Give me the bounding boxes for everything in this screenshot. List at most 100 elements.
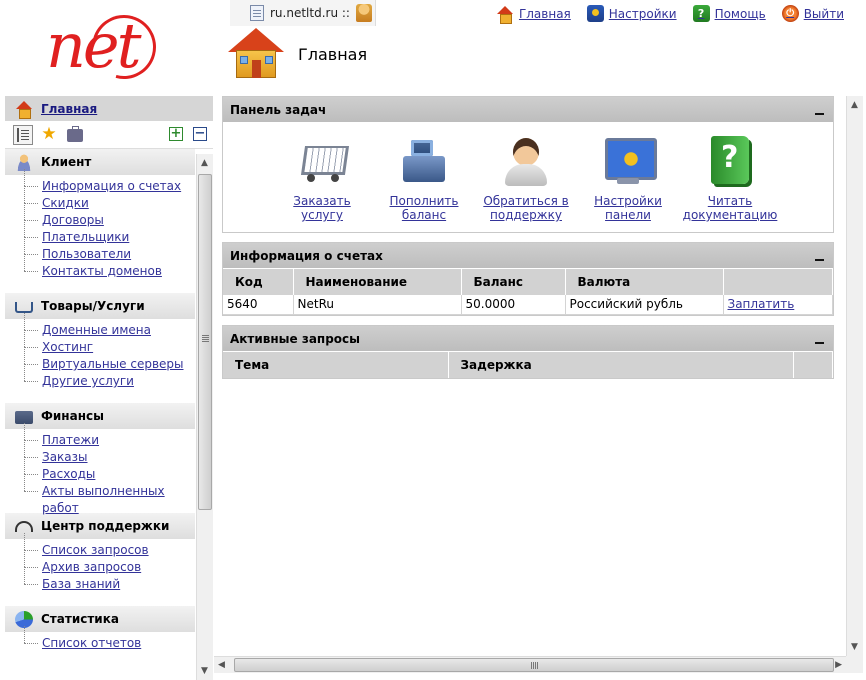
sidebar-toolbar: ★ + − — [5, 121, 213, 149]
sidebar-item-payers[interactable]: Плательщики — [42, 230, 129, 244]
collapse-icon[interactable] — [813, 250, 825, 262]
top-menu-home[interactable]: Главная — [496, 5, 571, 24]
sidebar-item-accounts-info[interactable]: Информация о счетах — [42, 179, 181, 193]
sidebar-item-domains[interactable]: Доменные имена — [42, 323, 151, 337]
scroll-down-arrow-icon[interactable]: ▼ — [851, 642, 858, 652]
sidebar-section-header[interactable]: Финансы — [5, 403, 195, 429]
task-label-line2[interactable]: баланс — [402, 208, 446, 222]
sidebar-item-orders[interactable]: Заказы — [42, 450, 88, 464]
scroll-right-arrow-icon[interactable]: ▶ — [835, 660, 842, 670]
sidebar-section-header[interactable]: Центр поддержки — [5, 513, 195, 539]
person-icon — [15, 153, 33, 171]
sidebar-scrollbar[interactable]: ▲ ▼ — [196, 154, 213, 680]
collapse-all-button[interactable]: − — [193, 127, 207, 141]
scroll-up-arrow-icon[interactable]: ▲ — [851, 100, 858, 110]
collapse-icon[interactable] — [813, 104, 825, 116]
tasks-panel: Панель задач Заказать услугу Пополнить б… — [222, 96, 834, 233]
sidebar-item-users[interactable]: Пользователи — [42, 247, 131, 261]
house-icon — [228, 28, 284, 80]
sidebar-item: Скидки — [17, 186, 195, 212]
cell-name: NetRu — [293, 294, 462, 315]
sidebar-item: Другие услуги — [17, 364, 195, 390]
sidebar-section-header[interactable]: Статистика — [5, 606, 195, 632]
main-horizontal-scrollbar[interactable]: ◀ ▶ — [214, 656, 846, 673]
sidebar-item-expenses[interactable]: Расходы — [42, 467, 95, 481]
pie-chart-icon — [15, 610, 33, 628]
task-label[interactable]: Заказать услугу — [271, 194, 373, 222]
list-view-button[interactable] — [13, 124, 33, 145]
sidebar-item-contracts[interactable]: Договоры — [42, 213, 104, 227]
house-icon — [496, 5, 514, 24]
top-menu-exit[interactable]: ⏻ Выйти — [781, 5, 844, 22]
scroll-down-arrow-icon[interactable]: ▼ — [201, 666, 208, 676]
sidebar-item-work-acts[interactable]: Акты выполненных работ — [42, 484, 165, 515]
sidebar-section-stats: Статистика Список отчетов — [5, 606, 195, 657]
sidebar-item-domain-contacts[interactable]: Контакты доменов — [42, 264, 162, 278]
top-menu-help-label: Помощь — [714, 6, 766, 21]
sidebar-home[interactable]: Главная — [5, 96, 213, 121]
task-label[interactable]: Обратиться в — [483, 194, 568, 208]
section-title: Статистика — [41, 612, 119, 626]
task-contact-support[interactable]: Обратиться в поддержку — [475, 134, 577, 222]
monitor-gear-icon[interactable] — [601, 134, 657, 188]
task-label[interactable]: Читать — [708, 194, 752, 208]
sidebar-item-knowledge-base[interactable]: База знаний — [42, 577, 120, 591]
sidebar-item: Список запросов — [17, 533, 195, 559]
sidebar-home-label[interactable]: Главная — [41, 102, 97, 116]
column-header-name[interactable]: Наименование — [293, 268, 462, 295]
top-menu-help[interactable]: ? Помощь — [692, 5, 766, 22]
site-tab[interactable]: ru.netltd.ru :: — [230, 0, 376, 26]
task-panel-settings[interactable]: Настройки панели — [577, 134, 679, 222]
net-logo[interactable]: net — [40, 3, 175, 95]
list-icon — [17, 127, 29, 142]
task-label-line2[interactable]: панели — [605, 208, 651, 222]
sidebar-scrollbar-thumb[interactable] — [198, 174, 212, 510]
expand-all-button[interactable]: + — [169, 127, 183, 141]
scroll-left-arrow-icon[interactable]: ◀ — [218, 660, 225, 670]
task-label[interactable]: Пополнить — [390, 194, 459, 208]
section-title: Товары/Услуги — [41, 299, 145, 313]
collapse-icon[interactable] — [813, 333, 825, 345]
scrollbar-corner — [846, 656, 863, 673]
task-order-service[interactable]: Заказать услугу — [271, 134, 373, 222]
panel-title: Информация о счетах — [230, 248, 383, 263]
task-label-line2[interactable]: поддержку — [490, 208, 562, 222]
sidebar-item-vps[interactable]: Виртуальные серверы — [42, 357, 184, 371]
task-label-line2[interactable]: документацию — [683, 208, 778, 222]
sidebar-section-header[interactable]: Клиент — [5, 149, 195, 175]
sidebar-section-header[interactable]: Товары/Услуги — [5, 293, 195, 319]
sidebar-item-payments[interactable]: Платежи — [42, 433, 99, 447]
sidebar-item-requests-archive[interactable]: Архив запросов — [42, 560, 141, 574]
sidebar-item-other-services[interactable]: Другие услуги — [42, 374, 134, 388]
column-header-currency[interactable]: Валюта — [565, 268, 724, 295]
shopping-cart-icon[interactable] — [295, 134, 349, 188]
sidebar-item-hosting[interactable]: Хостинг — [42, 340, 93, 354]
main-vertical-scrollbar[interactable]: ▲ ▼ — [846, 96, 863, 656]
support-agent-icon[interactable] — [499, 134, 553, 188]
accounts-panel: Информация о счетах Код Наименование Бал… — [222, 242, 834, 316]
top-menu-settings[interactable]: Настройки — [586, 5, 677, 22]
task-top-up-balance[interactable]: Пополнить баланс — [373, 134, 475, 222]
task-label[interactable]: Настройки — [594, 194, 662, 208]
requests-panel: Активные запросы Тема Задержка — [222, 325, 834, 379]
sidebar-item-requests[interactable]: Список запросов — [42, 543, 149, 557]
table-row: 5640 NetRu 50.0000 Российский рубль Запл… — [223, 294, 833, 315]
briefcase-icon — [67, 126, 83, 142]
column-header-code[interactable]: Код — [223, 268, 294, 295]
scroll-up-arrow-icon[interactable]: ▲ — [201, 158, 208, 168]
sidebar-item: Список отчетов — [17, 626, 195, 652]
sidebar-item-discounts[interactable]: Скидки — [42, 196, 89, 210]
cash-register-icon[interactable] — [397, 134, 451, 188]
horizontal-scrollbar-thumb[interactable] — [234, 658, 834, 672]
help-book-icon[interactable] — [703, 134, 757, 188]
column-header-subject[interactable]: Тема — [223, 351, 449, 378]
briefcase-button[interactable] — [65, 125, 85, 145]
sidebar-section-products: Товары/Услуги Доменные имена Хостинг Вир… — [5, 293, 195, 395]
column-header-delay[interactable]: Задержка — [448, 351, 794, 378]
task-read-docs[interactable]: Читать документацию — [679, 134, 781, 222]
sidebar-item-reports[interactable]: Список отчетов — [42, 636, 141, 650]
favorites-button[interactable]: ★ — [39, 125, 59, 145]
section-title: Клиент — [41, 155, 92, 169]
pay-link[interactable]: Заплатить — [723, 294, 833, 315]
column-header-balance[interactable]: Баланс — [461, 268, 566, 295]
